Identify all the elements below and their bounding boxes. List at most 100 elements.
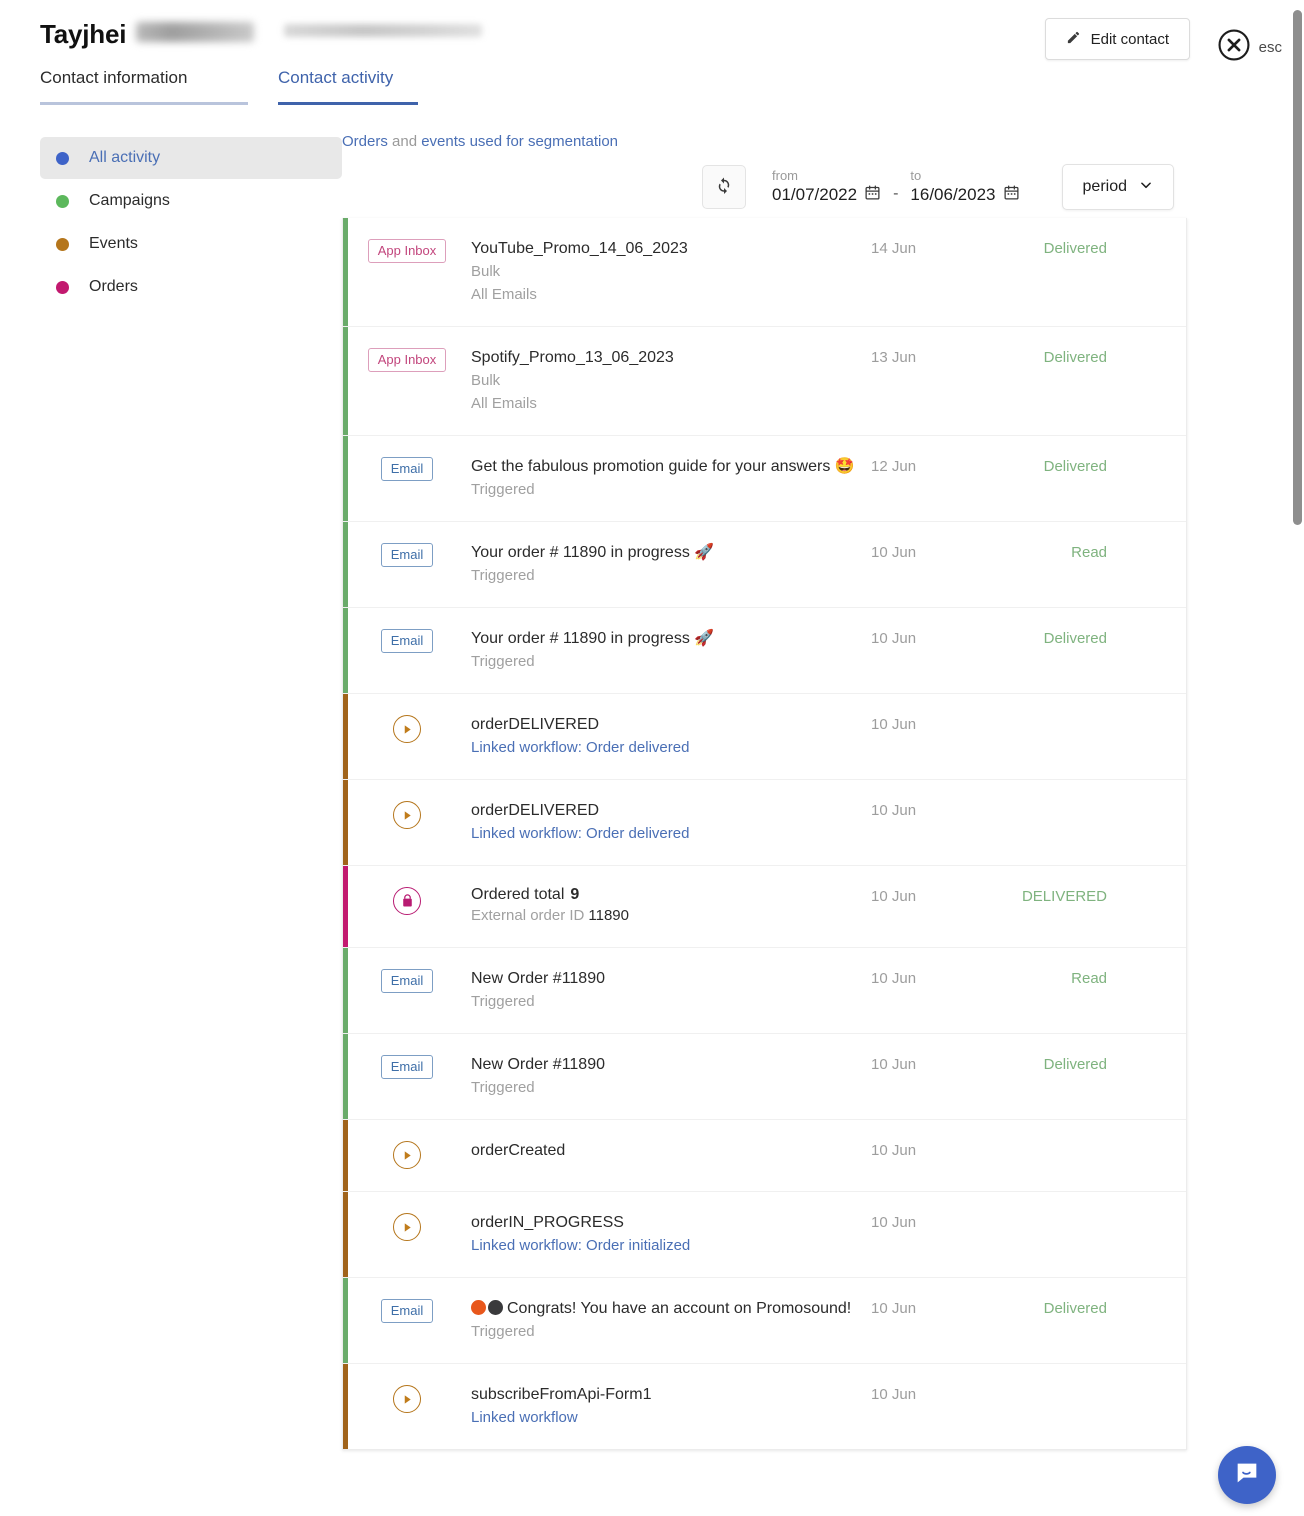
chat-bubble-icon <box>1233 1459 1261 1492</box>
circle-emoji-icon <box>488 1300 503 1315</box>
row-status: Delivered <box>991 628 1151 647</box>
row-accent-bar <box>343 1192 348 1277</box>
row-content: Ordered total9External order ID11890 <box>471 886 871 927</box>
row-subtitle: Triggered <box>471 565 859 587</box>
row-status <box>991 714 1151 716</box>
row-date: 10 Jun <box>871 1212 991 1231</box>
row-content: New Order #11890Triggered <box>471 1054 871 1099</box>
date-to-label: to <box>910 168 1019 184</box>
row-accent-bar <box>343 1034 348 1119</box>
orders-link[interactable]: Orders <box>342 133 388 150</box>
row-title: Get the fabulous promotion guide for you… <box>471 456 859 478</box>
row-type-cell <box>343 714 471 743</box>
linked-workflow-link[interactable]: Linked workflow: Order delivered <box>471 823 859 845</box>
esc-label: esc <box>1259 39 1282 56</box>
row-date: 10 Jun <box>871 886 991 905</box>
row-subtitle: Triggered <box>471 1321 859 1343</box>
segmentation-and: and <box>388 133 421 150</box>
row-date: 10 Jun <box>871 1384 991 1403</box>
row-accent-bar <box>343 948 348 1033</box>
events-segmentation-link[interactable]: events used for segmentation <box>421 133 618 150</box>
tab-contact-activity[interactable]: Contact activity <box>278 62 418 105</box>
row-content: Get the fabulous promotion guide for you… <box>471 456 871 501</box>
app-inbox-badge: App Inbox <box>368 239 447 263</box>
row-subtitle: Bulk <box>471 261 859 283</box>
order-total-text: Ordered total <box>471 886 564 903</box>
row-title: YouTube_Promo_14_06_2023 <box>471 238 859 260</box>
period-label: period <box>1083 178 1127 196</box>
row-accent-bar <box>343 218 348 326</box>
chat-widget-button[interactable] <box>1218 1446 1276 1504</box>
row-title: Your order # 11890 in progress 🚀 <box>471 628 859 650</box>
row-title: orderCreated <box>471 1140 859 1162</box>
linked-workflow-link[interactable]: Linked workflow: Order delivered <box>471 737 859 759</box>
activity-row[interactable]: App InboxSpotify_Promo_13_06_2023BulkAll… <box>343 326 1186 435</box>
orders-dot-icon <box>56 281 69 294</box>
row-status <box>991 1212 1151 1214</box>
date-from-field[interactable]: from 01/07/2022 <box>772 168 881 206</box>
row-date: 14 Jun <box>871 238 991 257</box>
event-play-icon <box>393 1385 421 1413</box>
scrollbar-thumb[interactable] <box>1293 10 1302 525</box>
activity-row[interactable]: Ordered total9External order ID1189010 J… <box>343 865 1186 947</box>
row-type-cell: Email <box>343 542 471 567</box>
linked-workflow-link[interactable]: Linked workflow: Order initialized <box>471 1235 859 1257</box>
page-header: Tayjhei Edit contact esc Contact informa… <box>0 0 1304 105</box>
row-title: subscribeFromApi-Form1 <box>471 1384 859 1406</box>
close-icon[interactable] <box>1217 28 1251 67</box>
activity-row[interactable]: App InboxYouTube_Promo_14_06_2023BulkAll… <box>343 218 1186 326</box>
date-from-value-row[interactable]: 01/07/2022 <box>772 184 881 206</box>
edit-contact-button[interactable]: Edit contact <box>1045 18 1190 60</box>
email-badge: Email <box>381 457 434 481</box>
sidebar-item-all-activity[interactable]: All activity <box>40 137 342 179</box>
activity-row[interactable]: subscribeFromApi-Form1Linked workflow 10 … <box>343 1363 1186 1449</box>
row-date: 12 Jun <box>871 456 991 475</box>
sidebar-item-orders[interactable]: Orders <box>40 266 342 308</box>
sidebar-item-label: Orders <box>89 278 138 296</box>
refresh-button[interactable] <box>702 165 746 209</box>
row-content: Congrats! You have an account on Promoso… <box>471 1298 871 1343</box>
emoji-circles <box>471 1300 503 1315</box>
date-to-field[interactable]: to 16/06/2023 <box>910 168 1019 206</box>
row-type-cell: Email <box>343 1298 471 1323</box>
event-play-icon <box>393 715 421 743</box>
segmentation-note: Orders and events used for segmentation <box>342 133 1290 150</box>
calendar-icon[interactable] <box>1003 184 1020 206</box>
circle-emoji-icon <box>471 1300 486 1315</box>
app-inbox-badge: App Inbox <box>368 348 447 372</box>
activity-row[interactable]: EmailYour order # 11890 in progress 🚀Tri… <box>343 607 1186 693</box>
activity-row[interactable]: Email Congrats! You have an account on Pr… <box>343 1277 1186 1363</box>
activity-row[interactable]: orderIN_PROGRESSLinked workflow: Order i… <box>343 1191 1186 1277</box>
order-total-label: Ordered total9 <box>471 886 859 904</box>
row-status: Delivered <box>991 1298 1151 1317</box>
activity-row[interactable]: Email Get the fabulous promotion guide fo… <box>343 435 1186 521</box>
email-badge: Email <box>381 629 434 653</box>
linked-workflow-link[interactable]: Linked workflow <box>471 1407 859 1429</box>
row-title: orderDELIVERED <box>471 800 859 822</box>
activity-list: App InboxYouTube_Promo_14_06_2023BulkAll… <box>342 218 1187 1450</box>
period-dropdown[interactable]: period <box>1062 164 1174 210</box>
row-status <box>991 1140 1151 1142</box>
activity-row[interactable]: orderDELIVEREDLinked workflow: Order del… <box>343 693 1186 779</box>
row-accent-bar <box>343 436 348 521</box>
calendar-icon[interactable] <box>864 184 881 206</box>
row-date: 13 Jun <box>871 347 991 366</box>
contact-first-name: Tayjhei <box>40 19 126 49</box>
close-control[interactable]: esc <box>1217 28 1282 67</box>
tab-contact-information[interactable]: Contact information <box>40 62 248 105</box>
row-accent-bar <box>343 1364 348 1449</box>
sidebar-item-events[interactable]: Events <box>40 223 342 265</box>
row-date: 10 Jun <box>871 800 991 819</box>
sidebar-item-campaigns[interactable]: Campaigns <box>40 180 342 222</box>
row-date: 10 Jun <box>871 714 991 733</box>
activity-row[interactable]: EmailYour order # 11890 in progress 🚀Tri… <box>343 521 1186 607</box>
email-badge: Email <box>381 1299 434 1323</box>
page-scrollbar[interactable] <box>1290 0 1304 1516</box>
activity-row[interactable]: orderDELIVEREDLinked workflow: Order del… <box>343 779 1186 865</box>
date-to-value-row[interactable]: 16/06/2023 <box>910 184 1019 206</box>
activity-row[interactable]: orderCreated10 Jun <box>343 1119 1186 1191</box>
activity-row[interactable]: EmailNew Order #11890Triggered10 JunDeli… <box>343 1033 1186 1119</box>
row-accent-bar <box>343 866 348 947</box>
row-title: Spotify_Promo_13_06_2023 <box>471 347 859 369</box>
activity-row[interactable]: EmailNew Order #11890Triggered10 JunRead <box>343 947 1186 1033</box>
